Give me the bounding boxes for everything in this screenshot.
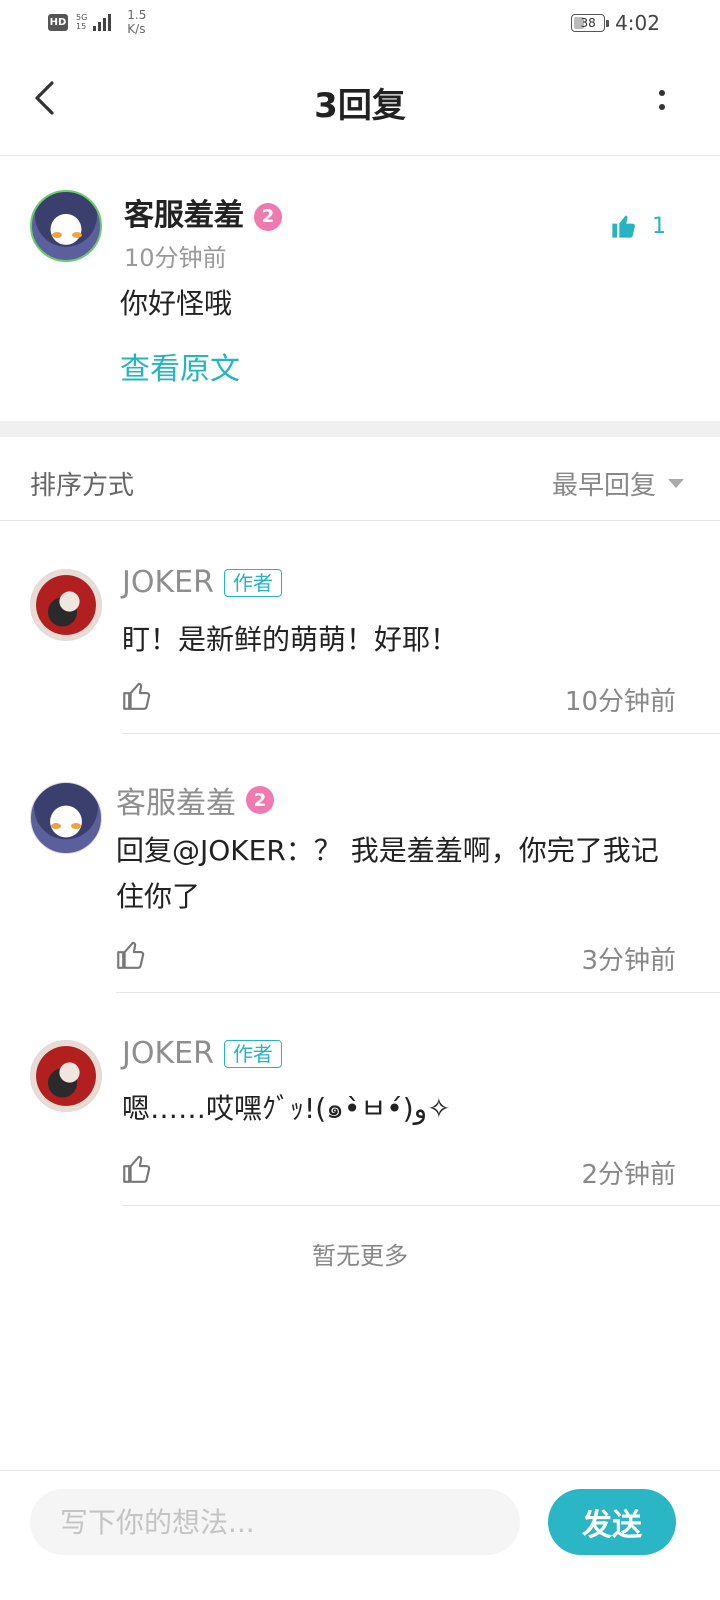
comment-composer: 发送 [0,1470,720,1600]
avatar[interactable] [30,1040,102,1112]
status-time: 4:02 [615,11,660,35]
author-tag: 作者 [223,1039,282,1068]
avatar[interactable] [30,190,102,262]
reply-divider [116,992,720,993]
thumbs-up-icon[interactable] [120,679,154,713]
comment-input[interactable] [30,1489,520,1555]
reply-text: 盯！是新鲜的萌萌！好耶！ [122,623,459,656]
battery-icon: 38 [571,14,610,32]
top-bar: 3回复 [0,48,720,156]
sort-dropdown[interactable]: 最早回复 [552,465,684,502]
section-divider [0,421,720,437]
comment-text: 你好怪哦 [120,287,233,320]
avatar[interactable] [30,782,102,854]
network-type-label: 5G [76,13,88,22]
sort-value[interactable]: 最早回复 [552,465,656,502]
avatar[interactable] [30,569,102,641]
author-tag: 作者 [223,568,282,597]
reply-item: 客服羞羞 2 回复@JOKER：？ 我是羞羞啊，你完了我记住你了 3分钟前 [0,734,720,994]
reply-author-name[interactable]: JOKER [122,1036,214,1071]
like-button[interactable]: 1 [610,212,666,240]
network-speed-value: 1.5 [127,8,147,22]
network-speed: 1.5 K/s [127,8,146,36]
more-dot-icon [659,104,665,110]
level-badge: 2 [246,786,274,814]
comment-author-name[interactable]: 客服羞羞 [124,198,244,233]
battery-level: 38 [580,16,596,30]
reply-time: 10分钟前 [564,687,676,717]
page-title: 3回复 [314,86,406,126]
reply-author[interactable]: JOKER 作者 [122,565,282,600]
signal-icon [93,13,112,31]
network-type-sub: 15 [76,22,87,31]
reply-item: JOKER 作者 盯！是新鲜的萌萌！好耶！ 10分钟前 [0,521,720,734]
reply-author[interactable]: JOKER 作者 [122,1036,282,1071]
send-button[interactable]: 发送 [548,1489,676,1555]
like-count: 1 [652,213,666,239]
status-bar: HD 5G 15 1.5 K/s 38 4:02 [0,0,720,48]
main-comment: 客服羞羞 2 10分钟前 你好怪哦 查看原文 1 [0,156,720,421]
hd-icon: HD [48,13,68,31]
comment-time: 10分钟前 [124,244,227,272]
reply-text: 嗯……哎嘿ｸﾞｯ!(๑•̀ㅂ•́)و✧ [122,1092,451,1125]
reply-author-name[interactable]: JOKER [122,565,214,600]
caret-down-icon [668,479,684,488]
network-type: 5G 15 [76,13,87,31]
view-original-link[interactable]: 查看原文 [120,344,240,388]
reply-time: 3分钟前 [581,946,676,976]
more-dot-icon [659,90,665,96]
more-options-button[interactable] [650,80,674,120]
status-right: 38 4:02 [571,11,660,35]
reply-author-name[interactable]: 客服羞羞 [116,778,236,822]
thumbs-up-icon [612,215,635,238]
reply-divider [122,1205,720,1206]
comment-author[interactable]: 客服羞羞 2 [124,190,282,234]
level-badge: 2 [254,202,282,231]
sort-label: 排序方式 [30,471,135,501]
no-more-label: 暂无更多 [312,1242,408,1270]
reply-item: JOKER 作者 嗯……哎嘿ｸﾞｯ!(๑•̀ㅂ•́)و✧ 2分钟前 [0,994,720,1206]
reply-text: 回复@JOKER：？ 我是羞羞啊，你完了我记住你了 [116,834,659,913]
reply-author[interactable]: 客服羞羞 2 [116,778,274,822]
reply-time: 2分钟前 [581,1160,676,1190]
status-left: HD 5G 15 1.5 K/s [48,8,146,36]
thumbs-up-icon[interactable] [120,1152,154,1186]
sort-bar: 排序方式 最早回复 [0,437,720,521]
network-speed-unit: K/s [127,22,146,36]
thumbs-up-icon[interactable] [114,938,148,972]
